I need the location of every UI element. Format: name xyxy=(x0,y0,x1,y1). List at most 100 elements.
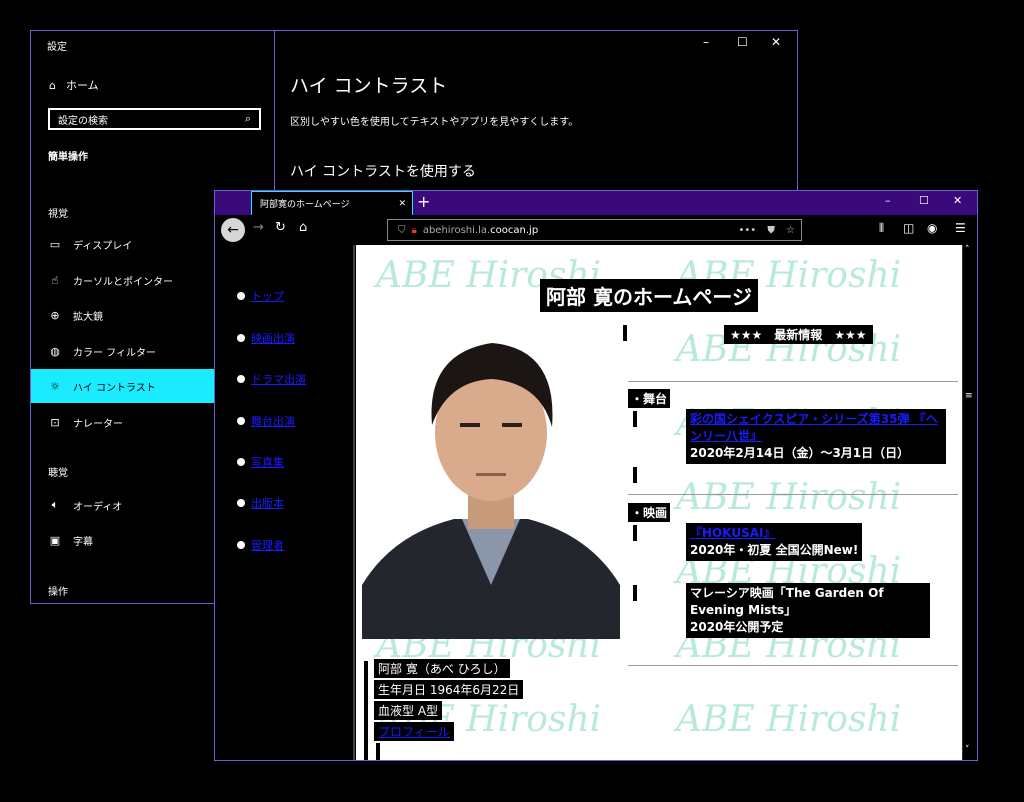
page-heading: 阿部 寛のホームページ xyxy=(540,279,758,312)
brightness-icon: ☼ xyxy=(49,380,61,393)
search-icon: ⌕ xyxy=(245,112,251,126)
nav-link-top[interactable]: トップ xyxy=(237,288,284,304)
profile-bar xyxy=(376,743,380,760)
film2-title: マレーシア映画「The Garden Of Evening Mists」 xyxy=(690,586,884,617)
reload-icon[interactable]: ↻ xyxy=(275,220,286,235)
scroll-thumb[interactable]: ≡ xyxy=(965,391,973,401)
sidebar-item-label: オーディオ xyxy=(73,498,122,513)
tab-title: 阿部寛のホームページ xyxy=(260,197,350,210)
nav-link-label[interactable]: トップ xyxy=(251,288,284,304)
settings-window-title: 設定 xyxy=(47,38,67,53)
account-icon[interactable]: ◉ xyxy=(927,221,937,235)
bullet xyxy=(237,458,245,466)
nav-link-books[interactable]: 出版本 xyxy=(237,495,284,511)
group-interaction: 操作 xyxy=(48,583,68,598)
film1-link[interactable]: 『HOKUSAI』 xyxy=(690,526,775,540)
bullet xyxy=(237,375,245,383)
minimize-icon[interactable]: – xyxy=(703,35,709,49)
bullet xyxy=(237,417,245,425)
search-placeholder: 設定の検索 xyxy=(58,112,108,127)
nav-link-label[interactable]: 舞台出演 xyxy=(251,413,295,429)
stage-label: ・舞台 xyxy=(628,389,670,408)
stage-link[interactable]: 彩の国シェイクスピア・シリーズ第35弾 『ヘンリー八世』 xyxy=(690,412,938,443)
nav-link-photobook[interactable]: 写真集 xyxy=(237,454,284,470)
portrait-illustration xyxy=(362,323,620,639)
profile-name: 阿部 寛（あべ ひろし） xyxy=(374,659,510,678)
url-prefix: abehiroshi.la. xyxy=(423,225,490,236)
news-bar xyxy=(633,467,637,483)
narrator-icon: ⊡ xyxy=(49,416,61,429)
sidebar-item-label: 字幕 xyxy=(73,533,93,548)
forward-icon[interactable]: → xyxy=(253,220,264,235)
page-description: 区別しやすい色を使用してテキストやアプリを見やすくします。 xyxy=(290,113,578,128)
news-bar xyxy=(623,325,627,341)
maximize-icon[interactable]: ☐ xyxy=(919,194,929,207)
page-content: ABE Hiroshi ABE Hiroshi ABE Hiroshi ABE … xyxy=(356,245,962,760)
nav-link-label[interactable]: 映画出演 xyxy=(251,330,295,346)
scroll-up-icon[interactable]: ˄ xyxy=(965,245,970,255)
menu-icon[interactable]: ☰ xyxy=(955,221,966,235)
sidebar-item-label: ディスプレイ xyxy=(73,237,132,252)
more-icon[interactable]: ••• xyxy=(738,225,756,236)
tab-close-icon[interactable]: ✕ xyxy=(398,199,406,209)
film1-text: 2020年・初夏 全国公開New! xyxy=(690,543,858,557)
nav-link-label[interactable]: 写真集 xyxy=(251,454,284,470)
nav-link-movies[interactable]: 映画出演 xyxy=(237,330,295,346)
bullet xyxy=(237,541,245,549)
divider xyxy=(628,381,958,382)
news-header: ★★★ 最新情報 ★★★ xyxy=(724,325,873,344)
bookmark-star-icon[interactable]: ☆ xyxy=(786,225,795,236)
sidebar-icon[interactable]: ◫ xyxy=(903,221,914,235)
film2-text: 2020年公開予定 xyxy=(690,620,783,634)
sidebar-item-label: 拡大鏡 xyxy=(73,308,103,323)
home-label: ホーム xyxy=(66,77,99,93)
film-label: ・映画 xyxy=(628,503,670,522)
stage-news: 彩の国シェイクスピア・シリーズ第35弾 『ヘンリー八世』 2020年2月14日（… xyxy=(686,409,946,464)
film2-news: マレーシア映画「The Garden Of Evening Mists」 202… xyxy=(686,583,930,638)
divider xyxy=(628,665,958,666)
pocket-icon[interactable]: ⛊ xyxy=(767,225,775,236)
sidebar-item-label: ハイ コントラスト xyxy=(73,379,156,394)
profile-link-box[interactable]: プロフィール xyxy=(374,722,454,741)
nav-link-admin[interactable]: 管理者 xyxy=(237,537,284,553)
browser-tab[interactable]: 阿部寛のホームページ ✕ xyxy=(251,191,413,215)
close-icon[interactable]: ✕ xyxy=(771,35,781,49)
magnifier-icon: ⊕ xyxy=(49,309,61,322)
home-link[interactable]: ⌂ ホーム xyxy=(49,77,99,93)
nav-link-label[interactable]: 出版本 xyxy=(251,495,284,511)
bullet xyxy=(237,334,245,342)
nav-link-label[interactable]: ドラマ出演 xyxy=(251,371,306,387)
address-bar[interactable]: ⛉ 🔒︎ abehiroshi.la.coocan.jp ••• ⛊ ☆ xyxy=(387,219,802,241)
sidebar-item-label: カーソルとポインター xyxy=(73,273,173,288)
profile-link[interactable]: プロフィール xyxy=(378,725,450,739)
stage-date: 2020年2月14日（金）～3月1日（日） xyxy=(690,446,909,460)
nav-link-label[interactable]: 管理者 xyxy=(251,537,284,553)
settings-search-input[interactable]: 設定の検索 ⌕ xyxy=(48,108,261,130)
new-tab-button[interactable]: + xyxy=(417,192,430,211)
sidebar-item-label: カラー フィルター xyxy=(73,344,156,359)
news-bar xyxy=(633,411,637,427)
page-title: ハイ コントラスト xyxy=(290,71,447,98)
scroll-down-icon[interactable]: ˅ xyxy=(965,745,970,755)
library-icon[interactable]: ⫴ xyxy=(879,221,884,236)
portrait-photo xyxy=(362,323,620,639)
news-bar xyxy=(633,525,637,541)
nav-link-stage[interactable]: 舞台出演 xyxy=(237,413,295,429)
back-button[interactable]: ← xyxy=(221,218,245,242)
group-hearing: 聴覚 xyxy=(48,464,68,479)
sidebar-item-label: ナレーター xyxy=(73,415,123,430)
profile-bar xyxy=(364,661,368,760)
insecure-lock-icon: 🔒︎ xyxy=(412,225,417,236)
vertical-scrollbar[interactable]: ˄ ≡ ˅ xyxy=(962,245,977,760)
nav-link-drama[interactable]: ドラマ出演 xyxy=(237,371,306,387)
minimize-icon[interactable]: – xyxy=(885,194,891,207)
home-icon[interactable]: ⌂ xyxy=(299,220,307,235)
display-icon: ▭ xyxy=(49,238,61,251)
shield-icon: ⛉ xyxy=(398,225,406,236)
close-icon[interactable]: ✕ xyxy=(953,194,962,207)
maximize-icon[interactable]: ☐ xyxy=(737,35,748,49)
cursor-icon: ☝ xyxy=(49,274,61,287)
browser-window: 阿部寛のホームページ ✕ + – ☐ ✕ ← → ↻ ⌂ ⛉ 🔒︎ abehir… xyxy=(214,190,978,761)
home-icon: ⌂ xyxy=(49,79,56,92)
watermark: ABE Hiroshi xyxy=(676,477,901,518)
